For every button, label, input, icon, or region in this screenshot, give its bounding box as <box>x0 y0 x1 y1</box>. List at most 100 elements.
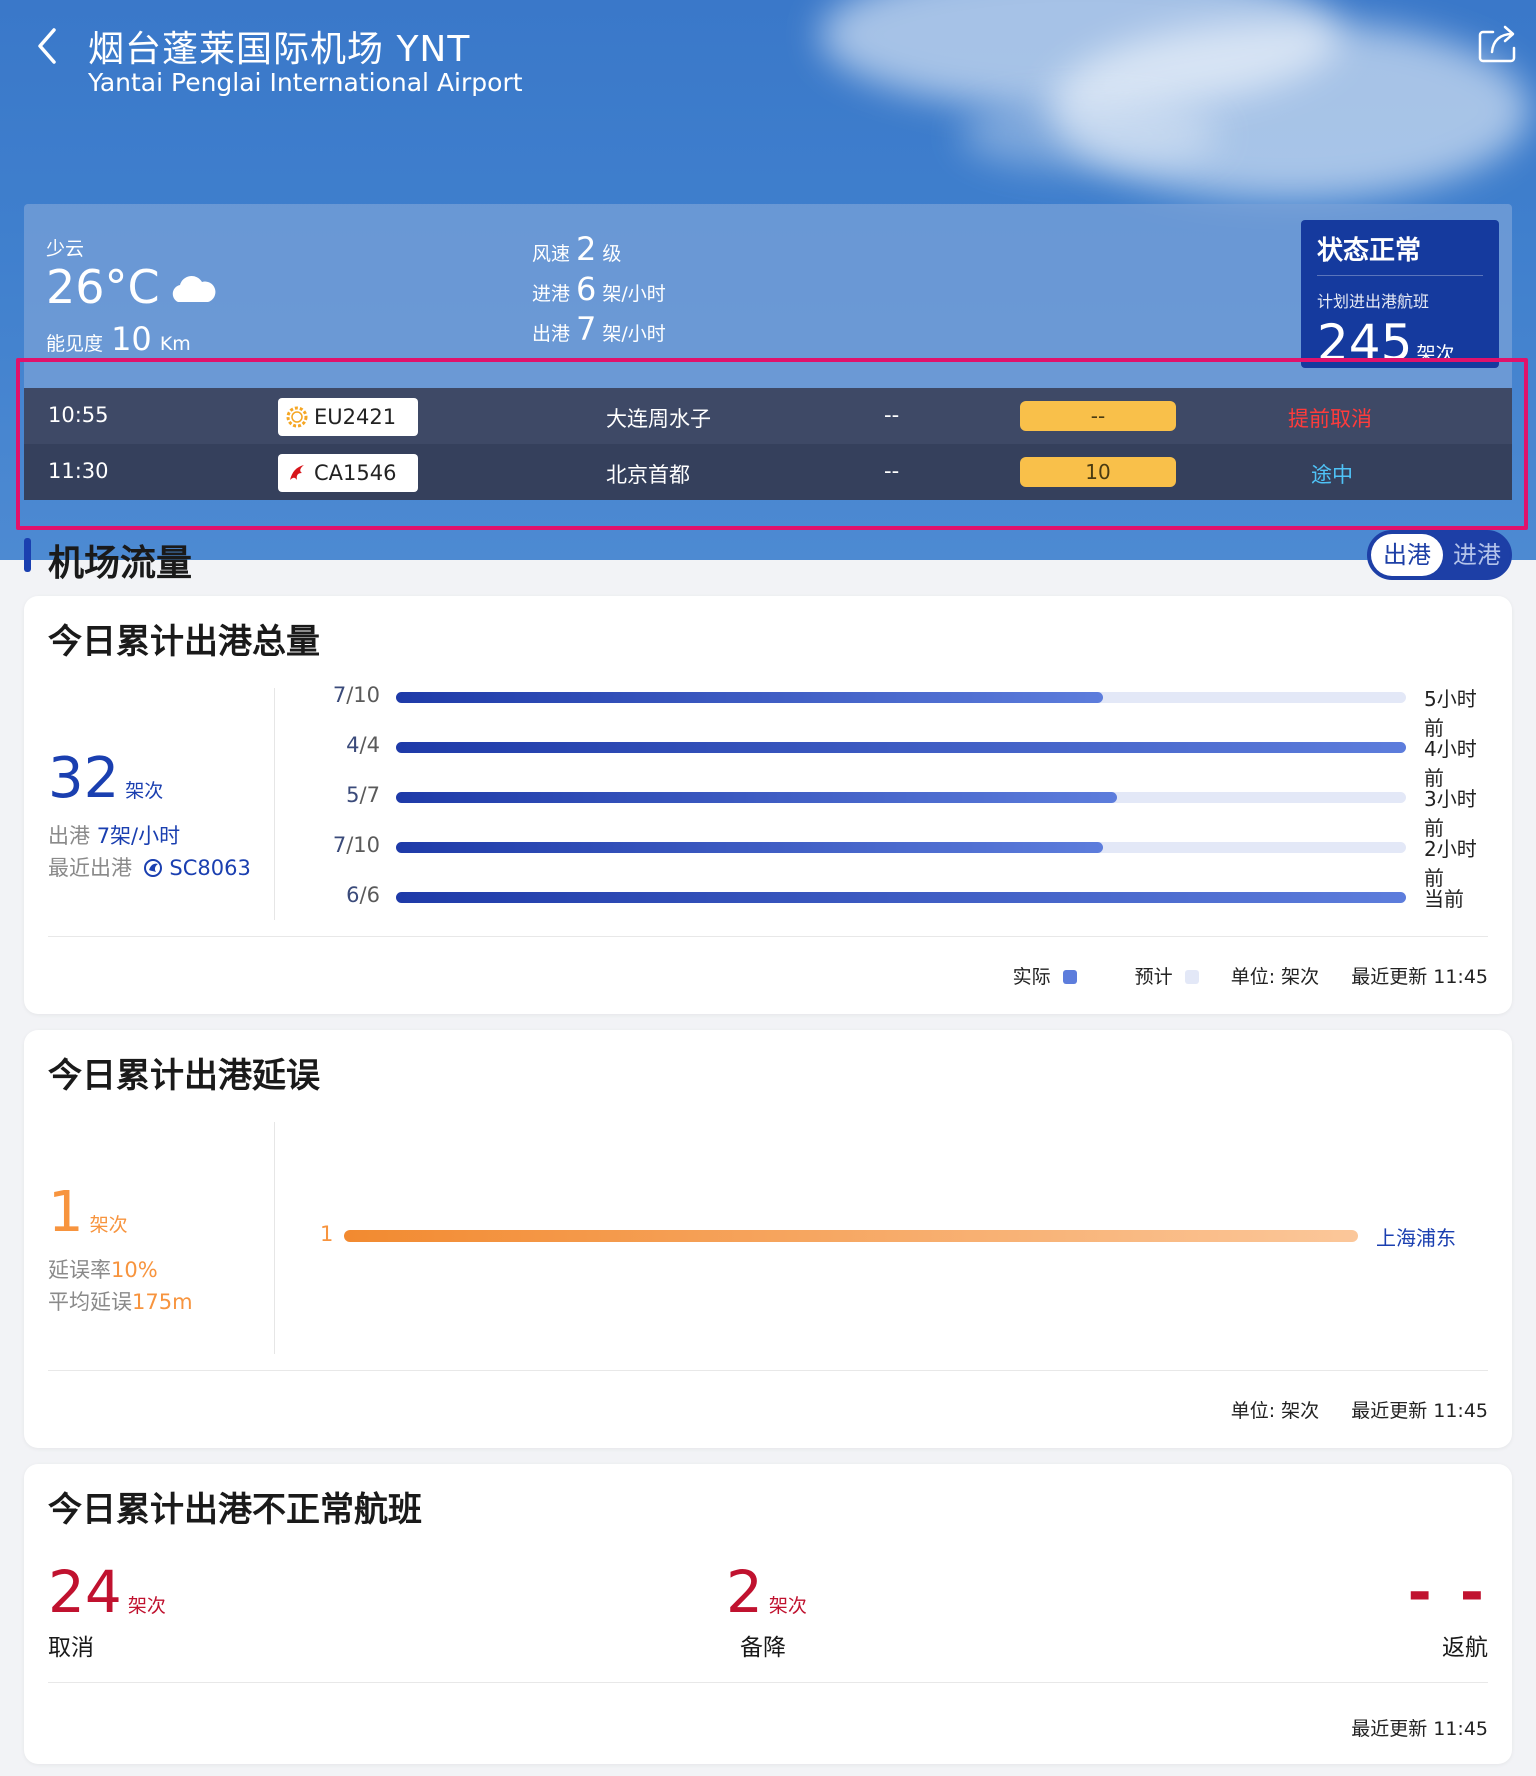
bar-planned-value: 10 <box>353 683 380 707</box>
avg-delay-line: 平均延误175m <box>48 1286 193 1316</box>
flight-destination: 北京首都 <box>606 463 690 487</box>
legend-planned-swatch <box>1184 970 1199 984</box>
direction-toggle[interactable]: 出港 进港 <box>1367 530 1512 580</box>
cancelled-stat: 24 架次 取消 <box>48 1558 166 1662</box>
bar-actual-value: 4 <box>346 733 360 757</box>
recent-label: 最近出港 <box>48 856 132 880</box>
flight-row[interactable]: 10:55 EU2421 大连周水子 -- -- 提前取消 <box>24 388 1512 444</box>
flight-gate: -- <box>884 403 900 427</box>
flight-time: 10:55 <box>48 403 109 427</box>
card-divider <box>48 1682 1488 1683</box>
bar-fill <box>396 792 1118 803</box>
visibility: 能见度 10 Km <box>46 320 191 358</box>
legend-actual-label: 实际 <box>1012 966 1051 988</box>
bar-fill <box>396 842 1103 853</box>
card-footer: 单位: 架次 最近更新 11:45 <box>1205 1396 1488 1423</box>
planned-flights-count: 245 架次 <box>1317 314 1483 372</box>
airline-phoenix-logo-icon <box>290 465 304 480</box>
cloud-icon <box>172 276 216 302</box>
planned-flights-value: 245 <box>1317 314 1413 372</box>
back-button[interactable] <box>30 22 70 70</box>
returned-count: - - <box>1407 1558 1488 1626</box>
recent-flight-number[interactable]: SC8063 <box>169 856 250 880</box>
delay-rate-value: 10% <box>111 1258 158 1282</box>
last-updated: 最近更新 11:45 <box>1351 966 1488 988</box>
planned-flights-unit: 架次 <box>1416 343 1455 365</box>
airline-logo-icon <box>143 859 162 877</box>
hourly-bar-row: 7/10 2小时前 <box>294 832 1494 890</box>
depart-label: 出港 <box>532 323 571 345</box>
departure-rate-line: 出港 7架/小时 <box>48 820 180 850</box>
last-updated: 最近更新 11:45 <box>1351 1718 1488 1740</box>
departure-abnormal-card: 今日累计出港不正常航班 24 架次 取消 2 架次 备降 - - 返航 最近更新 1… <box>24 1464 1512 1764</box>
total-count-unit: 架次 <box>125 780 164 802</box>
bar-actual-value: 7 <box>332 683 347 707</box>
airline-sun-logo-icon <box>286 406 308 428</box>
chevron-left-icon <box>38 28 56 64</box>
flight-status: 途中 <box>1311 463 1353 487</box>
airport-status-card: 状态正常 计划进出港航班 245 架次 <box>1301 220 1499 372</box>
depart-unit: 架/小时 <box>602 323 666 345</box>
departure-delay-card: 今日累计出港延误 1 架次 延误率10% 平均延误175m 1 上海浦东 单位: … <box>24 1030 1512 1448</box>
diverted-count: 2 架次 <box>726 1558 807 1626</box>
arrival-rate: 进港 6 架/小时 <box>532 270 666 308</box>
vertical-divider <box>274 688 275 920</box>
returned-label: 返航 <box>1442 1635 1488 1661</box>
wind-speed: 风速 2 级 <box>532 230 621 268</box>
arrive-value: 6 <box>576 270 597 308</box>
avg-delay-label: 平均延误 <box>48 1290 132 1314</box>
cloud-decoration <box>960 100 1220 170</box>
bar-fill <box>396 742 1406 753</box>
total-count-value: 32 <box>48 746 120 811</box>
section-title: 机场流量 <box>48 543 193 584</box>
flight-row[interactable]: 11:30 CA1546 北京首都 -- 10 途中 <box>24 444 1512 500</box>
cancelled-value: 24 <box>48 1558 122 1626</box>
bar-planned-value: 4 <box>366 733 380 757</box>
diverted-label: 备降 <box>740 1635 786 1661</box>
toggle-departure[interactable]: 出港 <box>1371 534 1443 576</box>
flight-destination: 大连周水子 <box>606 407 711 431</box>
last-updated: 最近更新 11:45 <box>1351 1400 1488 1422</box>
card-title: 今日累计出港不正常航班 <box>48 1490 422 1530</box>
bar-ratio-label: 6/6 <box>346 883 380 907</box>
chart-legend: 实际 预计 单位: 架次 最近更新 11:45 <box>961 962 1488 989</box>
bar-ratio-label: 4/4 <box>346 733 380 757</box>
diverted-value: 2 <box>726 1558 763 1626</box>
recent-departure-line: 最近出港 SC8063 <box>48 852 251 882</box>
avg-delay-value: 175m <box>132 1290 193 1314</box>
returned-stat: - - 返航 <box>1408 1558 1488 1662</box>
hourly-bar-row: 5/7 3小时前 <box>294 782 1494 840</box>
diverted-stat: 2 架次 备降 <box>726 1558 807 1662</box>
delay-count: 1 架次 <box>48 1180 128 1245</box>
vertical-divider <box>274 1122 275 1354</box>
bar-ratio-label: 7/10 <box>332 833 380 857</box>
delay-destination[interactable]: 上海浦东 <box>1376 1222 1456 1251</box>
bar-ratio-label: 5/7 <box>346 783 380 807</box>
flight-number-chip: EU2421 <box>278 398 418 436</box>
delay-bar <box>344 1230 1358 1242</box>
bar-track <box>396 892 1406 903</box>
rate-value: 7架/小时 <box>96 824 181 848</box>
share-button[interactable] <box>1475 22 1519 66</box>
status-title: 状态正常 <box>1317 230 1483 276</box>
flight-number-chip: CA1546 <box>278 454 418 492</box>
diverted-unit: 架次 <box>768 1595 807 1617</box>
bar-track <box>396 742 1406 753</box>
card-footer: 最近更新 11:45 <box>1325 1714 1488 1741</box>
cancelled-label: 取消 <box>48 1635 94 1661</box>
toggle-arrival[interactable]: 进港 <box>1453 534 1501 576</box>
bar-actual-value: 7 <box>332 833 347 857</box>
hourly-bar-row: 4/4 4小时前 <box>294 732 1494 790</box>
wind-value: 2 <box>576 230 597 268</box>
flight-stand-pill: 10 <box>1020 457 1176 487</box>
section-accent-bar <box>24 538 31 572</box>
legend-actual: 实际 <box>987 966 1077 988</box>
hourly-bar-row: 7/10 5小时前 <box>294 682 1494 740</box>
status-subtitle: 计划进出港航班 <box>1317 292 1430 311</box>
hourly-bar-row: 6/6 当前 <box>294 882 1494 912</box>
wind-label: 风速 <box>532 243 571 265</box>
bar-planned-value: 10 <box>353 833 380 857</box>
weather-condition: 少云 <box>46 238 85 260</box>
flight-stand-pill: -- <box>1020 401 1176 431</box>
unit-note: 单位: 架次 <box>1230 1400 1320 1422</box>
